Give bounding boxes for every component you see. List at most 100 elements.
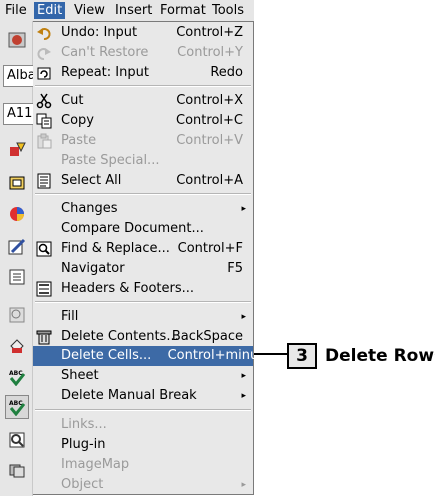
callout-line: [254, 353, 287, 355]
menu-item-label: Changes: [61, 201, 118, 216]
find-replace-icon: [36, 241, 52, 257]
menu-item-label: Undo: Input: [61, 25, 138, 40]
menu-item-label: Links...: [61, 417, 107, 432]
menu-item-label: Select All: [61, 173, 122, 188]
submenu-arrow-icon: ▸: [241, 312, 246, 322]
menu-item-plug-in[interactable]: Plug-in: [33, 435, 253, 455]
select-all-icon: [37, 173, 51, 189]
draw-toolbar-icon[interactable]: [5, 235, 29, 259]
menu-item-label: Sheet: [61, 368, 99, 383]
menu-item-compare-document[interactable]: Compare Document...: [33, 219, 253, 239]
undo-icon: [37, 28, 51, 40]
menu-separator: [35, 193, 251, 195]
menu-item-shortcut: Control+V: [176, 133, 243, 148]
menu-item-find-replace[interactable]: Find & Replace... Control+F: [33, 239, 253, 259]
menu-item-cut[interactable]: Cut Control+X: [33, 91, 253, 111]
menu-item-label: Navigator: [61, 261, 125, 276]
menu-item-paste[interactable]: Paste Control+V: [33, 131, 253, 151]
find-toolbar-icon[interactable]: [5, 428, 29, 452]
submenu-arrow-icon: ▸: [241, 371, 246, 381]
pie-chart-toolbar-icon[interactable]: [5, 202, 29, 226]
menu-item-object[interactable]: Object ▸: [33, 475, 253, 495]
chart-toolbar-icon[interactable]: [5, 28, 29, 52]
copy-icon: [36, 113, 52, 129]
menu-item-label: Delete Cells...: [61, 348, 152, 363]
menu-item-links[interactable]: Links...: [33, 415, 253, 435]
font-name-field[interactable]: Alba: [3, 65, 33, 87]
menu-item-label: Cut: [61, 93, 84, 108]
menu-item-label: Find & Replace...: [61, 241, 170, 256]
submenu-arrow-icon: ▸: [241, 480, 246, 490]
gallery-toolbar-icon[interactable]: [5, 458, 29, 482]
scissors-icon: [36, 93, 52, 109]
menu-item-label: Headers & Footers...: [61, 281, 195, 296]
paste-icon: [37, 133, 52, 149]
menu-item-restore[interactable]: Can't Restore Control+Y: [33, 43, 253, 63]
menu-item-shortcut: Control+Y: [177, 45, 243, 60]
menu-edit[interactable]: Edit: [34, 2, 66, 19]
menu-item-label: Object: [61, 477, 104, 492]
redo-icon: [37, 48, 51, 60]
repeat-icon: [37, 67, 51, 80]
menu-item-imagemap[interactable]: ImageMap: [33, 455, 253, 475]
frame-toolbar-icon[interactable]: [5, 171, 29, 195]
menu-item-shortcut: Control+Z: [176, 25, 243, 40]
trash-icon: [36, 330, 52, 345]
spellcheck-toolbar-icon[interactable]: ABC: [5, 365, 29, 389]
submenu-arrow-icon: ▸: [241, 391, 246, 401]
submenu-arrow-icon: ▸: [241, 204, 246, 214]
menu-item-label: Repeat: Input: [61, 65, 149, 80]
menu-item-changes[interactable]: Changes ▸: [33, 199, 253, 219]
menu-item-label: ImageMap: [61, 457, 130, 472]
menu-separator: [35, 409, 251, 411]
menu-item-paste-special[interactable]: Paste Special...: [33, 151, 253, 171]
menu-tools[interactable]: Tools: [209, 2, 247, 19]
menu-item-shortcut: Control+C: [176, 113, 243, 128]
menu-item-select-all[interactable]: Select All Control+A: [33, 171, 253, 191]
menu-item-navigator[interactable]: Navigator F5: [33, 259, 253, 279]
fill-toolbar-icon[interactable]: [5, 334, 29, 358]
menu-view[interactable]: View: [71, 2, 108, 19]
menu-item-label: Delete Contents...: [61, 329, 179, 344]
menu-item-sheet[interactable]: Sheet ▸: [33, 366, 253, 386]
menu-item-label: Paste Special...: [61, 153, 160, 168]
headers-footers-icon: [36, 281, 52, 297]
menu-item-shortcut: Control+minus: [167, 348, 265, 363]
menu-item-label: Delete Manual Break: [61, 388, 197, 403]
menu-separator: [35, 85, 251, 87]
callout-label: Delete Rows: [325, 346, 435, 366]
menu-item-label: Plug-in: [61, 437, 106, 452]
menu-item-delete-cells[interactable]: Delete Cells... Control+minus: [33, 346, 265, 366]
menu-item-label: Compare Document...: [61, 221, 204, 236]
menu-item-shortcut: BackSpace: [171, 329, 243, 344]
menu-item-label: Copy: [61, 113, 94, 128]
menu-item-shortcut: Redo: [210, 65, 243, 80]
menu-item-shortcut: Control+F: [177, 241, 243, 256]
menu-item-shortcut: Control+X: [176, 93, 243, 108]
callout-number: 3: [287, 343, 317, 369]
menu-file[interactable]: File: [2, 2, 30, 19]
menu-separator: [35, 301, 251, 303]
menu-item-label: Paste: [61, 133, 97, 148]
autospellcheck-toolbar-icon[interactable]: ABC: [5, 395, 29, 419]
menu-item-undo[interactable]: Undo: Input Control+Z: [33, 23, 253, 43]
zoom-toolbar-icon[interactable]: [5, 303, 29, 327]
shapes-toolbar-icon[interactable]: [5, 138, 29, 162]
menu-item-delete-contents[interactable]: Delete Contents... BackSpace: [33, 327, 253, 347]
menu-item-delete-manual-break[interactable]: Delete Manual Break ▸: [33, 386, 253, 406]
menu-item-label: Can't Restore: [61, 45, 149, 60]
menu-item-headers-footers[interactable]: Headers & Footers...: [33, 279, 253, 299]
left-toolbar: Alba A11 ABC ABC: [0, 21, 33, 496]
menu-item-label: Fill: [61, 309, 79, 324]
menu-item-shortcut: F5: [227, 261, 243, 276]
menu-insert[interactable]: Insert: [112, 2, 155, 19]
menu-item-repeat[interactable]: Repeat: Input Redo: [33, 63, 253, 83]
menu-bar: File Edit View Insert Format Tools: [0, 0, 254, 21]
menu-item-copy[interactable]: Copy Control+C: [33, 111, 253, 131]
menu-item-fill[interactable]: Fill ▸: [33, 307, 253, 327]
menu-format[interactable]: Format: [157, 2, 209, 19]
menu-item-shortcut: Control+A: [176, 173, 243, 188]
font-size-field[interactable]: A11: [3, 103, 33, 125]
form-toolbar-icon[interactable]: [5, 265, 29, 289]
edit-menu: Undo: Input Control+Z Can't Restore Cont…: [33, 21, 265, 495]
